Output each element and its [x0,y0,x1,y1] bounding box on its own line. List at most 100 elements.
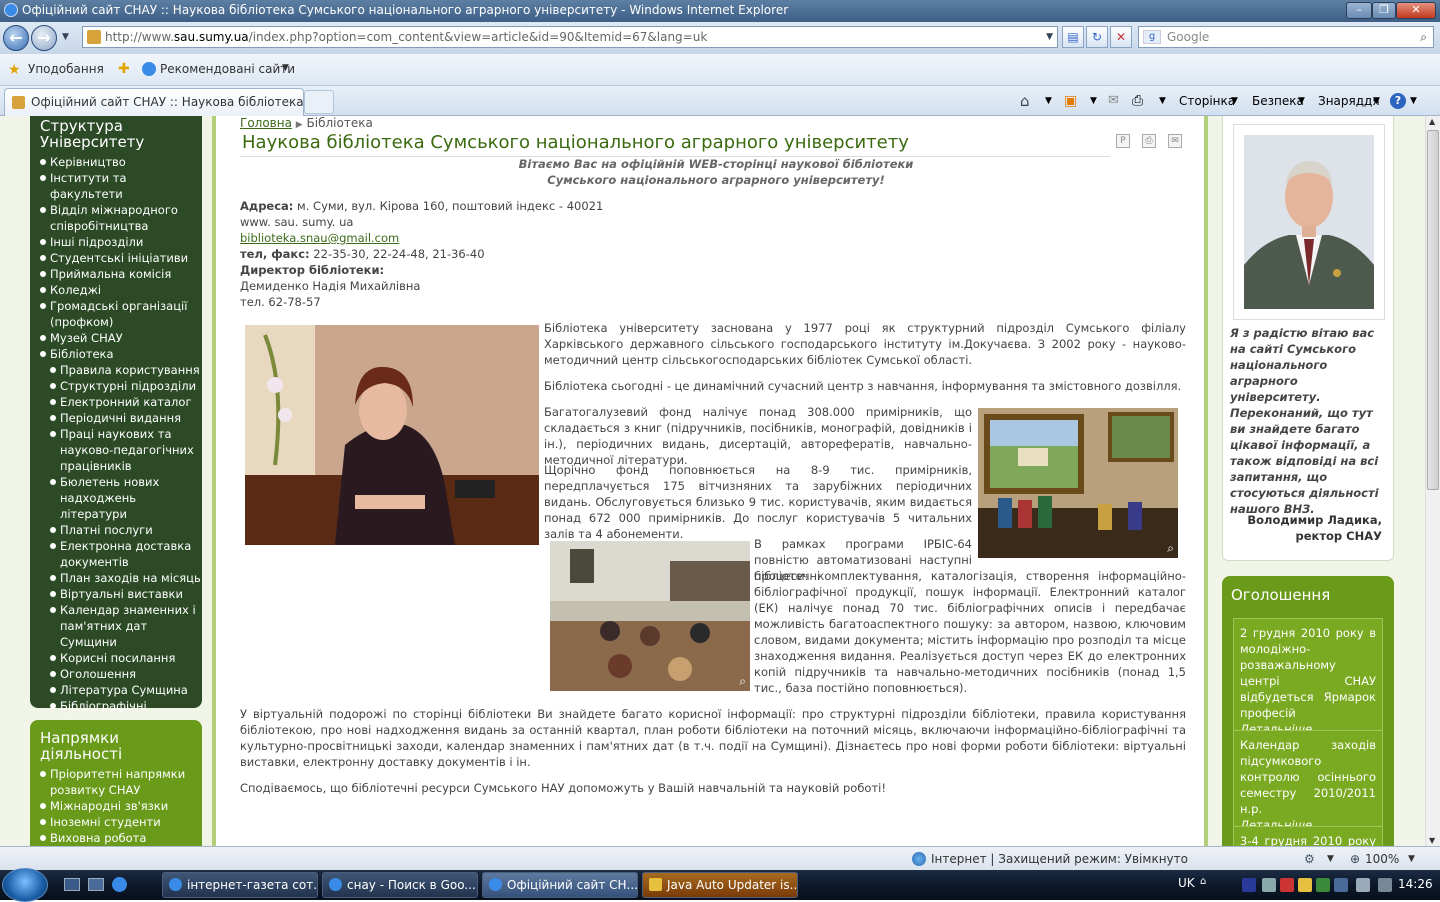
menu-item[interactable]: Коледжі [30,282,202,298]
scroll-down-icon[interactable]: ▼ [1429,836,1435,845]
menu-item[interactable]: Віртуальні виставки [30,586,202,602]
menu-item[interactable]: Відділ міжнародного співробітництва [30,202,202,234]
clock[interactable]: 14:26 [1398,877,1433,891]
history-dropdown-icon[interactable]: ▼ [62,32,69,42]
announcement-item[interactable]: Календар заходів підсумкового контролю о… [1233,730,1383,840]
safety-dropdown-icon[interactable]: ▼ [1298,86,1305,116]
menu-item[interactable]: Корисні посилання [30,650,202,666]
taskbar-item[interactable]: інтернет-газета сот... [162,872,318,898]
menu-item[interactable]: План заходів на місяць [30,570,202,586]
protected-mode-icon[interactable]: ⚙ [1304,847,1315,871]
suggested-dropdown-icon[interactable]: ▼ [282,63,289,73]
scrollbar-thumb[interactable] [1427,130,1439,490]
home-dropdown-icon[interactable]: ▼ [1045,86,1052,116]
menu-item[interactable]: Електронна доставка документів [30,538,202,570]
tray-n-icon[interactable] [1242,878,1256,892]
menu-item[interactable]: Приймальна комісія [30,266,202,282]
activity-menu-item[interactable]: Виховна робота [30,830,202,846]
activity-menu-item[interactable]: Міжнародні зв'язки [30,798,202,814]
menu-item[interactable]: Структурні підрозділи [30,378,202,394]
email-article-icon[interactable]: ✉ [1168,134,1182,148]
tray-green-icon[interactable] [1316,878,1330,892]
activity-menu-item[interactable]: Пріоритетні напрямки розвитку СНАУ [30,766,202,798]
taskbar-item-active[interactable]: Офіційний сайт СН... [482,872,638,898]
announcement-item[interactable]: 2 грудня 2010 року в молодіжно-розважаль… [1233,618,1383,744]
menu-item[interactable]: Правила користування [30,362,202,378]
tray-java-icon[interactable] [1298,878,1312,892]
maximize-button[interactable]: ❐ [1372,2,1396,19]
taskbar-item[interactable]: Java Auto Updater is... [642,872,798,898]
compatibility-view-icon[interactable]: ▤ [1062,26,1084,48]
menu-item[interactable]: Платні послуги [30,522,202,538]
ie-quicklaunch-icon[interactable] [112,877,127,892]
director-phone: тел. 62-78-57 [240,295,321,309]
tools-dropdown-icon[interactable]: ▼ [1373,86,1380,116]
tray-expand-icon[interactable]: ⌂ [1200,876,1206,887]
menu-item[interactable]: Студентські ініціативи [30,250,202,266]
close-window-button[interactable]: ✕ [1396,2,1436,19]
switch-windows-icon[interactable] [88,878,104,891]
address-dropdown-icon[interactable]: ▼ [1046,27,1053,47]
menu-item[interactable]: Керівництво [30,154,202,170]
activity-menu-item[interactable]: Іноземні студенти [30,814,202,830]
print-icon[interactable]: ⎙ [1132,86,1143,116]
forward-button[interactable]: → [31,25,57,51]
zoom-level[interactable]: 100% [1365,847,1399,871]
search-icon[interactable]: ⌕ [1420,27,1427,47]
home-icon[interactable]: ⌂ [1020,86,1030,116]
menu-item[interactable]: Література Сумщина [30,682,202,698]
vertical-scrollbar[interactable]: ▲ ▼ [1425,116,1440,846]
menu-item[interactable]: Інститути та факультети [30,170,202,202]
safety-menu[interactable]: Безпека [1252,86,1304,116]
zoom-dropdown-icon[interactable]: ▼ [1408,847,1415,871]
pdf-icon[interactable]: P [1116,134,1130,148]
email-link[interactable]: biblioteka.snau@gmail.com [240,231,399,245]
menu-item[interactable]: Бібліотека [30,346,202,362]
add-favorite-icon[interactable]: ✚ [118,61,130,77]
rss-feed-icon[interactable]: ▣ [1064,86,1077,116]
new-tab-button[interactable] [304,90,334,114]
tray-antivirus-icon[interactable] [1280,878,1294,892]
menu-item[interactable]: Календар знаменних і пам'ятних дат Сумщи… [30,602,202,650]
feed-dropdown-icon[interactable]: ▼ [1090,86,1097,116]
volume-icon[interactable] [1378,878,1392,892]
favorites-button[interactable]: Уподобання [28,62,104,76]
minimize-button[interactable]: – [1346,2,1372,19]
refresh-icon[interactable]: ↻ [1086,26,1108,48]
address-input[interactable]: http://www.sau.sumy.ua/index.php?option=… [82,26,1058,48]
print-dropdown-icon[interactable]: ▼ [1159,86,1166,116]
read-mail-icon[interactable]: ✉ [1108,86,1119,116]
zoom-icon[interactable]: ⌕ [1167,541,1174,556]
menu-item[interactable]: Бюлетень нових надходжень літератури [30,474,202,522]
tab-active[interactable]: Офіційний сайт СНАУ :: Наукова бібліотек… [4,88,304,116]
back-button[interactable]: ← [3,25,29,51]
menu-item[interactable]: Праці наукових та науково-педагогічних п… [30,426,202,474]
menu-item[interactable]: Оголошення [30,666,202,682]
page-menu[interactable]: Сторінка [1179,86,1235,116]
protected-dropdown-icon[interactable]: ▼ [1327,847,1334,871]
page-dropdown-icon[interactable]: ▼ [1231,86,1238,116]
print-article-icon[interactable]: ⎙ [1142,134,1156,148]
tools-menu[interactable]: Знаряддя [1318,86,1380,116]
language-indicator[interactable]: UK [1178,876,1195,890]
menu-item[interactable]: Періодичні видання [30,410,202,426]
start-button[interactable] [2,868,48,902]
menu-item[interactable]: Громадські організації (профком) [30,298,202,330]
menu-item[interactable]: Електронний каталог [30,394,202,410]
breadcrumb-home-link[interactable]: Головна [240,116,292,130]
help-dropdown-icon[interactable]: ▼ [1410,86,1417,116]
tray-app-icon[interactable] [1262,878,1276,892]
tray-display-icon[interactable] [1356,878,1370,892]
menu-item[interactable]: Інші підрозділи [30,234,202,250]
help-icon[interactable]: ? [1390,93,1406,109]
tray-network-icon[interactable] [1334,878,1348,892]
zoom-icon[interactable]: ⌕ [739,674,746,689]
announcement-item[interactable]: 3-4 грудня 2010 року на [1233,826,1383,846]
menu-item[interactable]: Музей СНАУ [30,330,202,346]
scroll-up-icon[interactable]: ▲ [1429,117,1435,126]
stop-icon[interactable]: ✕ [1110,26,1132,48]
search-input[interactable]: g Google ⌕ [1138,26,1434,48]
taskbar-item[interactable]: снау - Поиск в Goo... [322,872,478,898]
show-desktop-icon[interactable] [64,878,80,891]
suggested-sites-button[interactable]: Рекомендовані сайти [160,62,295,76]
